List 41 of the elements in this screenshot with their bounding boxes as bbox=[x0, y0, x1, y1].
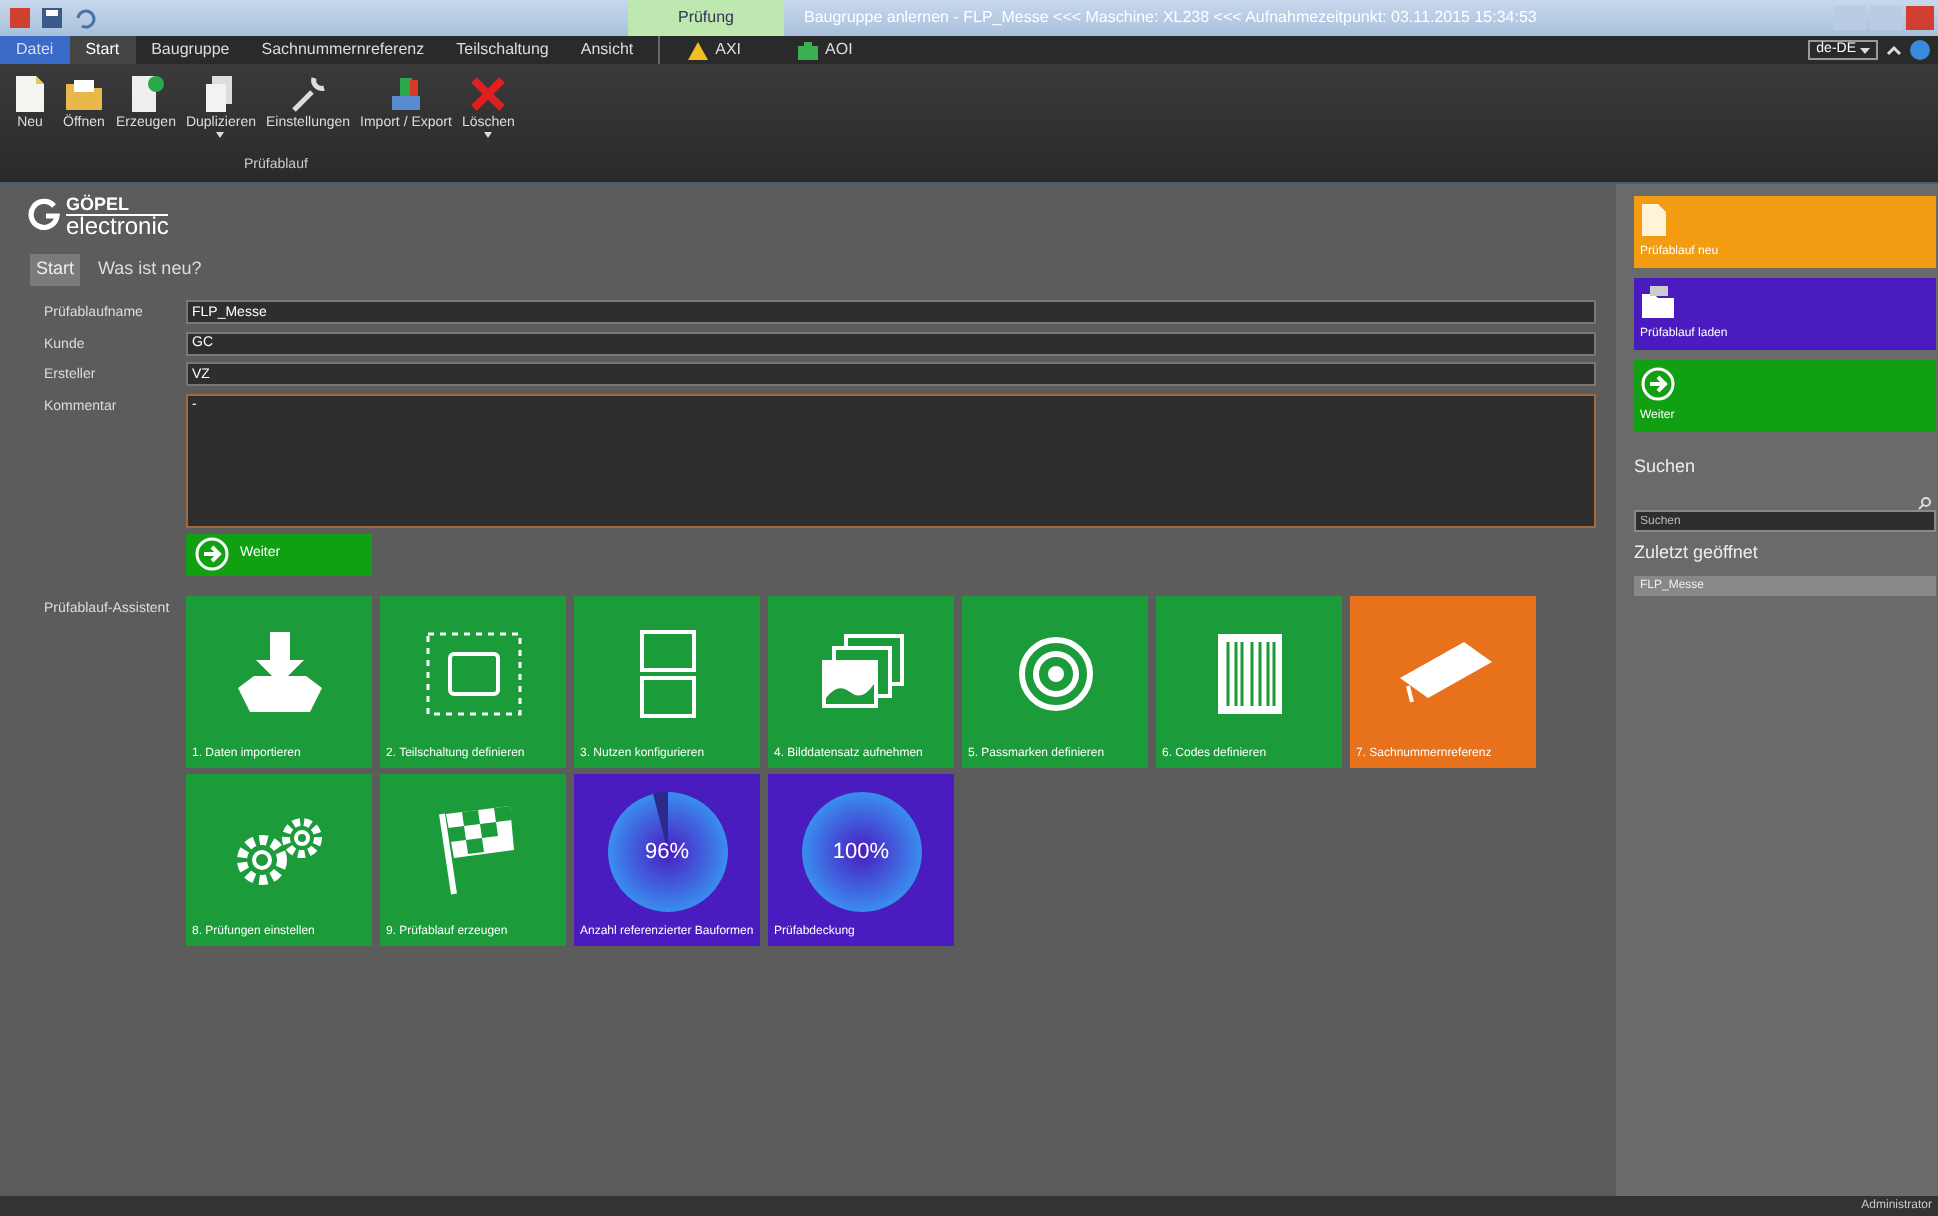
barcode-icon bbox=[1213, 630, 1285, 718]
app-icon bbox=[8, 6, 32, 30]
ribbon-tab[interactable]: Sachnummernreferenz bbox=[245, 36, 441, 64]
gauge-value: 96% bbox=[644, 840, 690, 864]
help-icon[interactable] bbox=[1910, 40, 1930, 60]
logo-icon bbox=[28, 198, 60, 230]
ribbon-tab[interactable]: Teilschaltung bbox=[440, 36, 565, 64]
ribbon-tab[interactable]: Ansicht bbox=[564, 36, 650, 64]
ribbon-tab[interactable]: Start bbox=[69, 36, 136, 64]
gauge-drawing bbox=[603, 788, 731, 916]
ribbon-tab[interactable]: AXI bbox=[659, 36, 770, 64]
camera-icon bbox=[797, 41, 818, 59]
arrow-right-icon bbox=[194, 536, 230, 572]
arrow-right-icon bbox=[1640, 366, 1676, 402]
ribbon-tab[interactable]: Baugruppe bbox=[135, 36, 246, 64]
save-icon[interactable] bbox=[40, 6, 64, 30]
logo: GÖPEL electronic bbox=[16, 184, 1596, 244]
recent-title: Zuletzt geöffnet bbox=[1634, 539, 1760, 566]
breadcrumb-link[interactable]: Was ist neu? bbox=[92, 254, 208, 286]
gauge-drawing bbox=[797, 788, 925, 916]
collapse-icon[interactable] bbox=[1886, 44, 1902, 56]
panels-icon bbox=[637, 628, 697, 720]
frame-icon bbox=[423, 630, 523, 718]
caret-icon bbox=[1860, 47, 1870, 53]
folder-icon bbox=[1640, 284, 1676, 320]
search-title: Suchen bbox=[1634, 454, 1698, 480]
breadcrumb-link[interactable]: Start bbox=[30, 254, 81, 286]
caret-icon bbox=[216, 132, 225, 138]
images-icon bbox=[817, 634, 905, 714]
ribbon-tab[interactable]: AOI bbox=[769, 36, 881, 64]
file-tab[interactable]: Datei bbox=[0, 36, 70, 64]
undo-icon[interactable] bbox=[72, 6, 96, 30]
window-title: Baugruppe anlernen - FLP_Messe <<< Maschine: XL238 <<< Aufnahmezeitpunkt: 03.11.2015 15:34:53 bbox=[804, 6, 1537, 30]
document-icon bbox=[1640, 202, 1668, 238]
warning-icon bbox=[687, 41, 708, 59]
delete-icon bbox=[466, 72, 511, 116]
search-icon[interactable] bbox=[1918, 495, 1932, 509]
gauge-value: 100% bbox=[832, 840, 890, 864]
caret-icon bbox=[484, 132, 493, 138]
context-group-label: Prüfung bbox=[628, 0, 784, 36]
target-icon bbox=[1015, 634, 1095, 714]
